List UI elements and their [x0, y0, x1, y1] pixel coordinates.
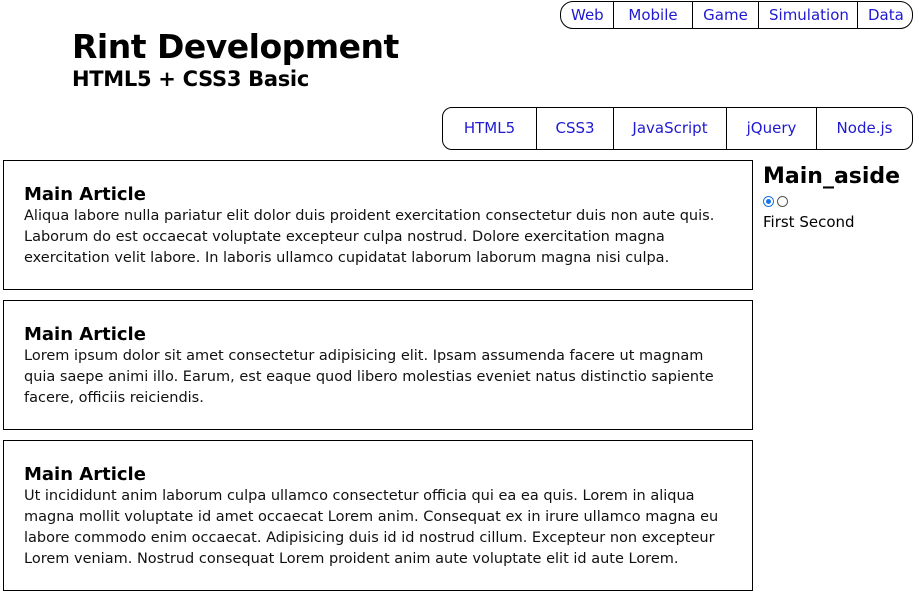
top-nav: Web Mobile Game Simulation Data — [560, 1, 913, 29]
page-title: Rint Development — [72, 27, 399, 66]
slide-radio-second[interactable] — [777, 195, 788, 207]
slide-radio-first[interactable] — [763, 195, 774, 207]
slide-labels: First Second — [763, 213, 855, 231]
top-nav-mobile[interactable]: Mobile — [613, 2, 692, 28]
top-nav-web[interactable]: Web — [561, 2, 613, 28]
top-nav-data[interactable]: Data — [857, 2, 912, 28]
main-nav-nodejs[interactable]: Node.js — [816, 108, 912, 149]
article-heading: Main Article — [24, 464, 146, 485]
main-section: Main Article Aliqua labore nulla pariatu… — [3, 160, 753, 601]
article-body: Aliqua labore nulla pariatur elit dolor … — [24, 208, 715, 266]
aside-title: Main_aside — [763, 164, 901, 189]
main-nav-html5[interactable]: HTML5 — [443, 108, 536, 149]
article-body: Ut incididunt anim laborum culpa ullamco… — [24, 488, 719, 567]
article-body: Lorem ipsum dolor sit amet consectetur a… — [24, 348, 714, 406]
article-heading: Main Article — [24, 324, 146, 345]
article-3: Main Article Ut incididunt anim laborum … — [3, 440, 753, 591]
main-nav-css3[interactable]: CSS3 — [536, 108, 613, 149]
page-subtitle: HTML5 + CSS3 Basic — [72, 67, 309, 91]
top-nav-simulation[interactable]: Simulation — [758, 2, 857, 28]
slide-radio-group — [763, 193, 913, 209]
main-nav: HTML5 CSS3 JavaScript jQuery Node.js — [442, 107, 913, 150]
top-nav-game[interactable]: Game — [692, 2, 758, 28]
article-heading: Main Article — [24, 184, 146, 205]
article-1: Main Article Aliqua labore nulla pariatu… — [3, 160, 753, 290]
main-nav-javascript[interactable]: JavaScript — [613, 108, 726, 149]
main-nav-jquery[interactable]: jQuery — [726, 108, 816, 149]
article-2: Main Article Lorem ipsum dolor sit amet … — [3, 300, 753, 430]
page-header: Rint Development HTML5 + CSS3 Basic — [72, 28, 399, 92]
main-aside: Main_aside First Second — [763, 163, 913, 233]
